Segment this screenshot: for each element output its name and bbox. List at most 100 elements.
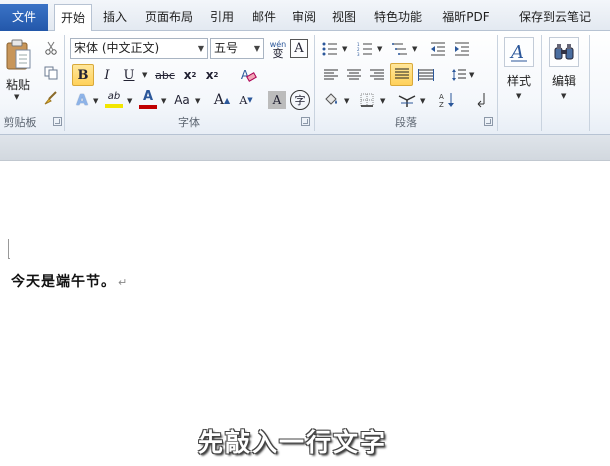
strikethrough-button[interactable]: abc [153,64,177,86]
bullet-list-icon [322,42,337,56]
clear-formatting-button[interactable]: A [234,65,257,85]
borders-dropdown-arrow[interactable]: ▼ [380,97,385,105]
subscript-icon: x [183,68,192,82]
bold-button[interactable]: B [72,64,94,86]
font-color-button[interactable]: A [137,89,159,111]
tab-insert[interactable]: 插入 [97,4,133,31]
tab-save-to-cloud-notes[interactable]: 保存到云笔记 [501,4,609,31]
paste-button[interactable] [2,36,34,76]
shrink-font-icon: A [239,93,248,107]
copy-button[interactable] [42,64,60,82]
phonetic-guide-button[interactable]: wén 变 [268,38,288,59]
superscript-mark: 2 [213,71,219,79]
change-case-button[interactable]: Aa [171,89,193,111]
align-left-button[interactable] [320,64,342,86]
svg-text:3: 3 [357,52,360,56]
bullets-dropdown-arrow[interactable]: ▼ [342,45,347,53]
highlighter-icon: ab [107,91,121,102]
multilevel-list-dropdown-arrow[interactable]: ▼ [412,45,417,53]
paragraph-dialog-launcher[interactable] [484,117,493,126]
ribbon: 粘贴 ▼ 剪贴板 宋体 (中文正文) ▼ 五号 ▼ wén 变 A B I U … [0,31,610,135]
shading-button[interactable] [320,89,342,111]
highlight-dropdown-arrow[interactable]: ▼ [127,97,132,105]
increase-indent-button[interactable] [452,39,472,59]
subscript-button[interactable]: x2 [180,64,200,86]
shrink-font-button[interactable]: A ▼ [236,89,256,111]
paragraph-group-label: 段落 [395,116,417,129]
multilevel-list-icon [392,43,407,55]
line-spacing-button[interactable] [448,64,470,86]
format-painter-button[interactable] [42,89,60,107]
justify-button[interactable] [390,63,413,86]
ruler-area [0,135,610,161]
editing-button[interactable] [549,37,579,67]
clipboard-group-label: 剪贴板 [3,116,37,129]
group-separator [541,35,542,131]
underline-dropdown-arrow[interactable]: ▼ [142,71,147,79]
cut-button[interactable] [42,39,60,57]
show-hide-marks-button[interactable] [470,89,492,111]
editing-label: 编辑 [551,74,576,88]
paste-dropdown-arrow[interactable]: ▼ [14,93,19,101]
font-color-dropdown-arrow[interactable]: ▼ [161,97,166,105]
chinese-layout-dropdown-arrow[interactable]: ▼ [420,97,425,105]
tab-page-layout[interactable]: 页面布局 [140,4,198,31]
numbering-button[interactable]: 1 2 3 [355,39,375,59]
superscript-button[interactable]: x2 [202,64,222,86]
paragraph-line[interactable]: 今天是端午节。 ↵ [11,271,128,291]
clipboard-dialog-launcher[interactable] [53,117,62,126]
character-shading-button[interactable]: A [268,91,286,109]
character-border-button[interactable]: A [290,39,308,58]
change-case-dropdown-arrow[interactable]: ▼ [195,97,200,105]
font-size-combo[interactable]: 五号 ▼ [210,38,264,59]
sort-button[interactable]: A Z [436,89,458,111]
tab-references[interactable]: 引用 [204,4,240,31]
tab-review[interactable]: 审阅 [287,4,321,31]
italic-icon: I [104,67,110,83]
bullets-button[interactable] [320,39,340,59]
bold-icon: B [77,67,89,83]
numbering-dropdown-arrow[interactable]: ▼ [377,45,382,53]
align-center-button[interactable] [343,64,365,86]
font-dialog-launcher[interactable] [301,117,310,126]
text-effects-button[interactable]: A [72,89,92,111]
styles-dropdown-arrow[interactable]: ▼ [516,92,521,100]
tab-foxit-pdf[interactable]: 福昕PDF [436,4,496,31]
character-shading-icon: A [272,93,282,107]
italic-button[interactable]: I [97,64,117,86]
decrease-indent-button[interactable] [428,39,448,59]
tab-home[interactable]: 开始 [54,4,92,32]
font-name-combo[interactable]: 宋体 (中文正文) ▼ [70,38,208,59]
editing-dropdown-arrow[interactable]: ▼ [561,92,566,100]
text-effects-dropdown-arrow[interactable]: ▼ [93,97,98,105]
tab-special-features[interactable]: 特色功能 [368,4,428,31]
paragraph-mark: ↵ [118,276,129,289]
multilevel-list-button[interactable] [390,39,410,59]
underline-icon: U [123,67,135,83]
enclose-characters-button[interactable]: 字 [290,90,310,110]
font-group-label: 字体 [178,116,200,129]
line-spacing-dropdown-arrow[interactable]: ▼ [469,71,474,79]
tab-file[interactable]: 文件 [0,4,48,31]
chevron-down-icon: ▼ [253,44,260,53]
enclose-characters-icon: 字 [294,94,306,107]
styles-button[interactable]: A [504,37,534,67]
shading-dropdown-arrow[interactable]: ▼ [344,97,349,105]
document-page[interactable]: 今天是端午节。 ↵ 先敲入一行文字 [0,161,610,466]
distributed-button[interactable] [415,64,437,86]
highlight-button[interactable]: ab [103,89,125,111]
superscript-icon: x [205,68,214,82]
grow-font-button[interactable]: A ▲ [212,89,232,111]
align-right-button[interactable] [366,64,388,86]
chinese-layout-button[interactable] [395,89,419,111]
align-center-icon [347,69,361,79]
tutorial-caption: 先敲入一行文字 [198,428,388,457]
chevron-down-icon: ▼ [197,44,204,53]
strikethrough-icon: abc [155,68,175,82]
tab-view[interactable]: 视图 [327,4,361,31]
subscript-mark: 2 [191,71,197,79]
underline-button[interactable]: U [119,64,139,86]
tab-mailings[interactable]: 邮件 [246,4,282,31]
brush-icon [44,91,57,105]
borders-button[interactable] [356,89,378,111]
